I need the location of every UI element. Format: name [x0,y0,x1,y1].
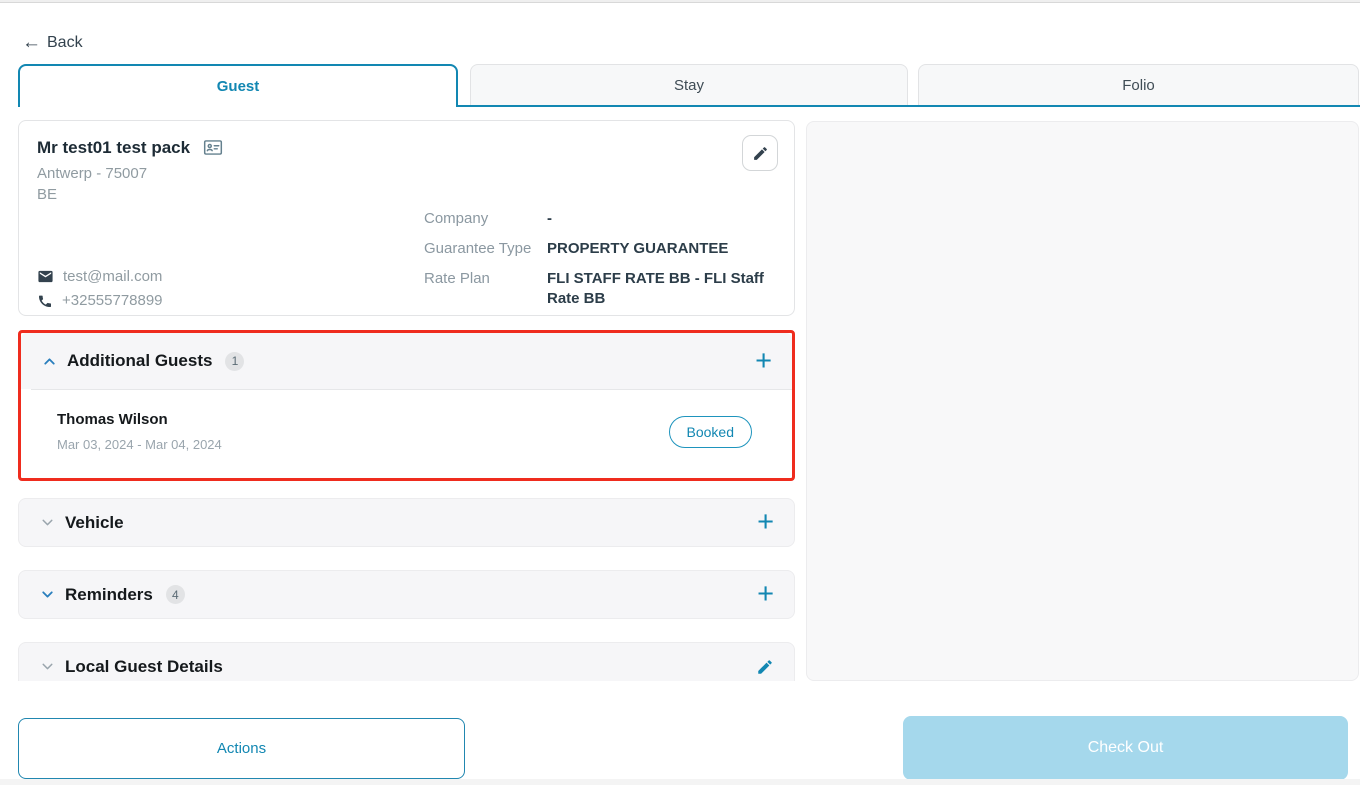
guest-name-row: Mr test01 test pack [37,137,776,158]
edit-guest-button[interactable] [742,135,778,171]
back-button[interactable]: ← Back [22,33,83,52]
additional-guests-count-badge: 1 [225,352,244,371]
add-vehicle-plus-icon[interactable]: + [757,508,774,537]
guarantee-type-value: PROPERTY GUARANTEE [547,239,728,259]
check-out-button-label: Check Out [1088,739,1164,757]
top-window-edge [0,0,1360,3]
status-badge: Booked [669,416,752,448]
chevron-down-icon[interactable] [39,586,56,603]
add-reminder-plus-icon[interactable]: + [757,580,774,609]
reminders-title: Reminders [65,585,153,605]
company-value: - [547,209,552,229]
additional-guest-dates: Mar 03, 2024 - Mar 04, 2024 [57,437,222,452]
tab-folio[interactable]: Folio [918,64,1359,105]
guest-phone: +32555778899 [62,292,163,309]
reminders-section-header[interactable]: Reminders 4 + [18,570,795,619]
actions-button[interactable]: Actions [18,718,465,779]
guest-card-bottom: test@mail.com +32555778899 Company [37,209,776,309]
add-guest-plus-icon[interactable]: + [755,347,772,376]
guest-contact-column: test@mail.com +32555778899 [37,209,424,309]
chevron-down-icon[interactable] [39,658,56,675]
back-label: Back [47,34,83,52]
guest-phone-row: +32555778899 [37,292,424,309]
chevron-up-icon[interactable] [41,353,58,370]
guarantee-type-label: Guarantee Type [424,239,547,259]
guest-tab-content: Mr test01 test pack [18,120,795,681]
bottom-window-edge [0,779,1360,785]
additional-guest-list-item[interactable]: Thomas Wilson Mar 03, 2024 - Mar 04, 202… [21,390,792,478]
local-guest-details-title: Local Guest Details [65,657,223,677]
email-icon [37,268,54,285]
guest-detail-page: ← Back Guest Stay Folio Mr test01 test p… [0,0,1360,785]
id-card-icon [200,137,226,158]
guarantee-type-row: Guarantee Type PROPERTY GUARANTEE [424,239,776,259]
guest-name: Mr test01 test pack [37,138,190,158]
guest-info-card: Mr test01 test pack [18,120,795,316]
additional-guests-title: Additional Guests [67,351,212,371]
rate-plan-label: Rate Plan [424,269,547,309]
vehicle-title: Vehicle [65,513,124,533]
guest-address-city: Antwerp - 75007 [37,165,776,182]
additional-guests-header[interactable]: Additional Guests 1 + [21,333,792,389]
rate-plan-row: Rate Plan FLI STAFF RATE BB - FLI Staff … [424,269,776,309]
tab-guest[interactable]: Guest [18,64,458,107]
guest-address-country: BE [37,186,776,203]
check-out-button[interactable]: Check Out [903,716,1348,780]
chevron-down-icon[interactable] [39,514,56,531]
back-arrow-icon: ← [22,33,41,52]
actions-button-label: Actions [217,740,266,757]
pencil-icon [752,145,769,162]
guest-email: test@mail.com [63,268,162,285]
tab-guest-label: Guest [217,78,260,95]
reminders-count-badge: 4 [166,585,185,604]
company-label: Company [424,209,547,229]
edit-local-guest-details-icon[interactable] [756,658,774,676]
additional-guest-info: Thomas Wilson Mar 03, 2024 - Mar 04, 202… [57,411,222,452]
phone-icon [37,293,53,309]
vehicle-section-header[interactable]: Vehicle + [18,498,795,547]
tab-folio-label: Folio [1122,77,1155,94]
reservation-details-column: Company - Guarantee Type PROPERTY GUARAN… [424,209,776,309]
tab-stay-label: Stay [674,77,704,94]
annotation-highlight-box: Additional Guests 1 + Thomas Wilson Mar … [18,330,795,481]
additional-guests-section: Additional Guests 1 + Thomas Wilson Mar … [21,333,792,478]
company-row: Company - [424,209,776,229]
right-detail-panel [806,121,1359,681]
guest-email-row: test@mail.com [37,268,424,285]
tab-stay[interactable]: Stay [470,64,908,105]
rate-plan-value: FLI STAFF RATE BB - FLI Staff Rate BB [547,269,776,309]
local-guest-details-section-header[interactable]: Local Guest Details [18,642,795,681]
additional-guest-name: Thomas Wilson [57,411,222,428]
